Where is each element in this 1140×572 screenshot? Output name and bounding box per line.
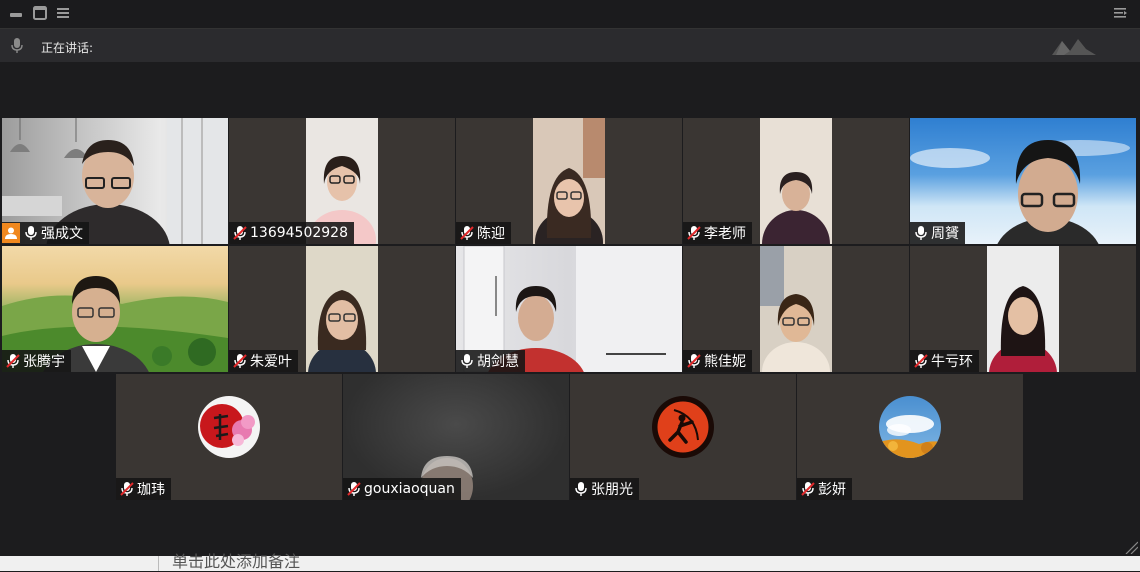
participant-name-tag: 胡剑慧 <box>456 350 525 372</box>
host-badge <box>2 223 20 243</box>
background-app-strip: 单击此处添加备注 <box>0 552 1140 571</box>
participant-name-tag: gouxiaoquan <box>343 478 461 500</box>
video-tile[interactable]: 彭妍 <box>797 374 1023 500</box>
participant-name-tag: 张腾宇 <box>2 350 71 372</box>
video-tile[interactable]: gouxiaoquan <box>343 374 569 500</box>
microphone-muted-icon <box>687 226 701 240</box>
participant-name: gouxiaoquan <box>364 481 455 497</box>
participant-name-tag: 朱爱叶 <box>229 350 298 372</box>
app-logo-icon <box>1052 39 1096 55</box>
participant-name-tag: 彭妍 <box>797 478 852 500</box>
participant-name: 朱爱叶 <box>250 354 292 370</box>
participant-name: 牛亏环 <box>931 354 973 370</box>
title-bar <box>0 0 1140 28</box>
microphone-muted-icon <box>6 354 20 368</box>
participant-name: 熊佳妮 <box>704 354 746 370</box>
participant-name-tag: 李老师 <box>683 222 752 244</box>
camera-feed <box>987 246 1059 372</box>
camera-feed <box>306 246 378 372</box>
collapse-panel-icon[interactable] <box>1112 5 1128 21</box>
camera-feed <box>760 118 832 244</box>
speaking-label: 正在讲话: <box>41 41 94 55</box>
video-tile[interactable]: 周贇 <box>910 118 1136 244</box>
participant-name: 胡剑慧 <box>477 354 519 370</box>
microphone-icon <box>25 226 37 240</box>
participant-name: 李老师 <box>704 226 746 242</box>
participant-name-tag: 张朋光 <box>570 478 639 500</box>
microphone-muted-icon <box>233 226 247 240</box>
microphone-muted-icon <box>801 482 815 496</box>
participant-name: 彭妍 <box>818 482 846 498</box>
video-tile[interactable]: 张朋光 <box>570 374 796 500</box>
participant-name-tag: 陈迎 <box>456 222 511 244</box>
resize-grip-icon[interactable] <box>1124 540 1138 554</box>
video-tile[interactable]: 强成文 <box>2 118 228 244</box>
divider <box>158 556 159 571</box>
video-tile[interactable]: 李老师 <box>683 118 909 244</box>
speaking-bar: 正在讲话: <box>0 28 1140 63</box>
participant-name: 周贇 <box>931 226 959 242</box>
camera-feed <box>533 118 605 244</box>
video-tile[interactable]: 胡剑慧 <box>456 246 682 372</box>
notes-placeholder[interactable]: 单击此处添加备注 <box>172 548 300 572</box>
video-tile[interactable]: 13694502928 <box>229 118 455 244</box>
participant-name-tag: 周贇 <box>910 222 965 244</box>
video-tile[interactable]: 珈玮 <box>116 374 342 500</box>
participant-name-tag: 熊佳妮 <box>683 350 752 372</box>
participant-name-tag: 珈玮 <box>116 478 171 500</box>
microphone-muted-icon <box>233 354 247 368</box>
video-tile[interactable]: 牛亏环 <box>910 246 1136 372</box>
microphone-muted-icon <box>914 354 928 368</box>
participant-name: 张朋光 <box>591 482 633 498</box>
participant-name-tag: 13694502928 <box>229 222 354 244</box>
microphone-icon <box>915 226 927 240</box>
participant-name-tag: 牛亏环 <box>910 350 979 372</box>
microphone-muted-icon <box>687 354 701 368</box>
microphone-muted-icon <box>347 482 361 496</box>
video-tile[interactable]: 张腾宇 <box>2 246 228 372</box>
microphone-muted-icon <box>460 226 474 240</box>
restore-icon[interactable] <box>32 5 48 21</box>
participant-name: 13694502928 <box>250 225 348 241</box>
video-tile[interactable]: 熊佳妮 <box>683 246 909 372</box>
menu-icon[interactable] <box>55 5 71 21</box>
microphone-icon <box>11 38 23 53</box>
participant-name: 强成文 <box>41 226 83 242</box>
participant-name-tag: 强成文 <box>2 222 89 244</box>
video-tile[interactable]: 陈迎 <box>456 118 682 244</box>
host-user-icon <box>5 227 17 239</box>
camera-feed <box>760 246 832 372</box>
participant-avatar <box>879 396 941 458</box>
video-tile[interactable]: 朱爱叶 <box>229 246 455 372</box>
video-grid: 强成文 13694502928 陈迎 李老师 周贇 张腾宇 朱爱叶 胡剑慧 熊佳… <box>0 62 1140 556</box>
microphone-icon <box>461 354 473 368</box>
participant-avatar <box>652 396 714 458</box>
participant-name: 珈玮 <box>137 482 165 498</box>
microphone-icon <box>575 482 587 496</box>
participant-name: 陈迎 <box>477 226 505 242</box>
participant-name: 张腾宇 <box>23 354 65 370</box>
microphone-muted-icon <box>120 482 134 496</box>
minimize-icon[interactable] <box>8 5 24 21</box>
participant-avatar <box>198 396 260 458</box>
